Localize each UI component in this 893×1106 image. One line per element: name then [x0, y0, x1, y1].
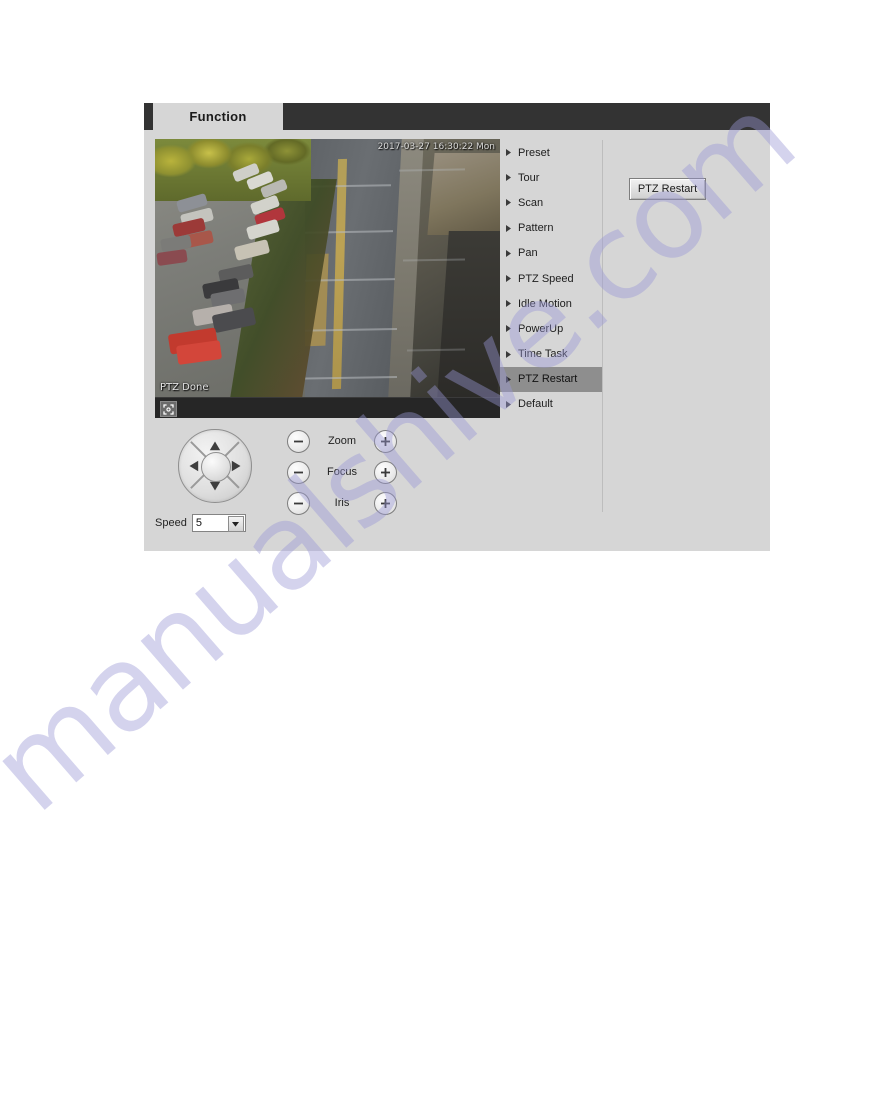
- video-timestamp-overlay: 2017-03-27 16:30:22 Mon: [377, 142, 495, 152]
- chevron-down-icon[interactable]: [227, 516, 244, 532]
- video-trees: [155, 139, 311, 201]
- zoom-plus-icon[interactable]: [374, 429, 397, 453]
- menu-item-label: PTZ Restart: [518, 373, 578, 386]
- zoom-minus-icon[interactable]: [287, 429, 310, 453]
- ptz-speed-row: Speed 5: [155, 514, 246, 532]
- chevron-right-icon: [502, 171, 515, 184]
- function-menu-list: Preset Tour Scan Pattern Pan PTZ Speed I…: [500, 140, 602, 417]
- ptz-restart-button[interactable]: PTZ Restart: [629, 178, 706, 200]
- chevron-right-icon: [502, 272, 515, 285]
- ptz-joystick[interactable]: [178, 429, 252, 503]
- menu-item-label: Default: [518, 398, 553, 411]
- menu-item-label: Pan: [518, 247, 538, 260]
- video-status-overlay: PTZ Done: [160, 382, 209, 393]
- video-right-shadow: [437, 231, 500, 398]
- menu-item-label: Time Task: [518, 348, 568, 361]
- zoom-focus-iris-controls: Zoom Focus Iris: [287, 426, 397, 519]
- iris-label: Iris: [334, 497, 350, 509]
- iris-minus-icon[interactable]: [287, 491, 310, 515]
- chevron-right-icon: [502, 247, 515, 260]
- iris-plus-icon[interactable]: [374, 491, 397, 515]
- video-right-soil: [427, 153, 500, 235]
- focus-plus-icon[interactable]: [374, 460, 397, 484]
- menu-item-label: Tour: [518, 171, 540, 184]
- focus-minus-icon[interactable]: [287, 460, 310, 484]
- menu-item-label: PTZ Speed: [518, 272, 574, 285]
- menu-item-scan[interactable]: Scan: [500, 190, 600, 215]
- video-preview[interactable]: 2017-03-27 16:30:22 Mon PTZ Done: [155, 139, 500, 418]
- iris-control-row: Iris: [287, 488, 397, 518]
- chevron-right-icon: [502, 373, 515, 386]
- menu-item-label: Preset: [518, 146, 550, 159]
- chevron-right-icon: [502, 322, 515, 335]
- menu-item-idle-motion[interactable]: Idle Motion: [500, 291, 600, 316]
- ptz-function-panel: Function 2017-03-27 16:30:22 Mon PTZ Don…: [144, 103, 770, 551]
- menu-item-preset[interactable]: Preset: [500, 140, 600, 165]
- zoom-control-row: Zoom: [287, 426, 397, 456]
- focus-control-row: Focus: [287, 457, 397, 487]
- menu-item-label: PowerUp: [518, 322, 564, 335]
- speed-value: 5: [195, 517, 202, 529]
- chevron-right-icon: [502, 146, 515, 159]
- chevron-right-icon: [502, 348, 515, 361]
- menu-item-time-task[interactable]: Time Task: [500, 342, 600, 367]
- focus-label: Focus: [327, 466, 357, 478]
- menu-item-ptz-speed[interactable]: PTZ Speed: [500, 266, 600, 291]
- action-area: PTZ Restart: [612, 140, 762, 200]
- speed-select[interactable]: 5: [191, 514, 246, 532]
- menu-item-pattern[interactable]: Pattern: [500, 216, 600, 241]
- video-canvas[interactable]: 2017-03-27 16:30:22 Mon PTZ Done: [155, 139, 500, 398]
- speed-label: Speed: [155, 517, 187, 529]
- tab-bar: Function: [144, 103, 770, 130]
- fullscreen-icon[interactable]: [160, 401, 177, 417]
- panel-body: 2017-03-27 16:30:22 Mon PTZ Done Speed 5…: [144, 130, 770, 551]
- menu-item-ptz-restart[interactable]: PTZ Restart: [500, 366, 602, 392]
- ptz-control-block: Speed 5 Zoom Focus Iris: [155, 426, 500, 544]
- chevron-right-icon: [502, 398, 515, 411]
- video-toolbar: [155, 397, 500, 418]
- menu-item-label: Idle Motion: [518, 297, 572, 310]
- menu-item-default[interactable]: Default: [500, 392, 600, 417]
- menu-item-label: Pattern: [518, 222, 554, 235]
- menu-item-tour[interactable]: Tour: [500, 165, 600, 190]
- menu-item-label: Scan: [518, 196, 544, 209]
- zoom-label: Zoom: [327, 435, 357, 447]
- chevron-right-icon: [502, 222, 515, 235]
- tab-function[interactable]: Function: [153, 103, 283, 130]
- chevron-right-icon: [502, 297, 515, 310]
- menu-item-powerup[interactable]: PowerUp: [500, 316, 600, 341]
- chevron-right-icon: [502, 196, 515, 209]
- menu-item-pan[interactable]: Pan: [500, 241, 600, 266]
- vertical-divider: [602, 140, 603, 512]
- ptz-joystick-center[interactable]: [201, 452, 231, 482]
